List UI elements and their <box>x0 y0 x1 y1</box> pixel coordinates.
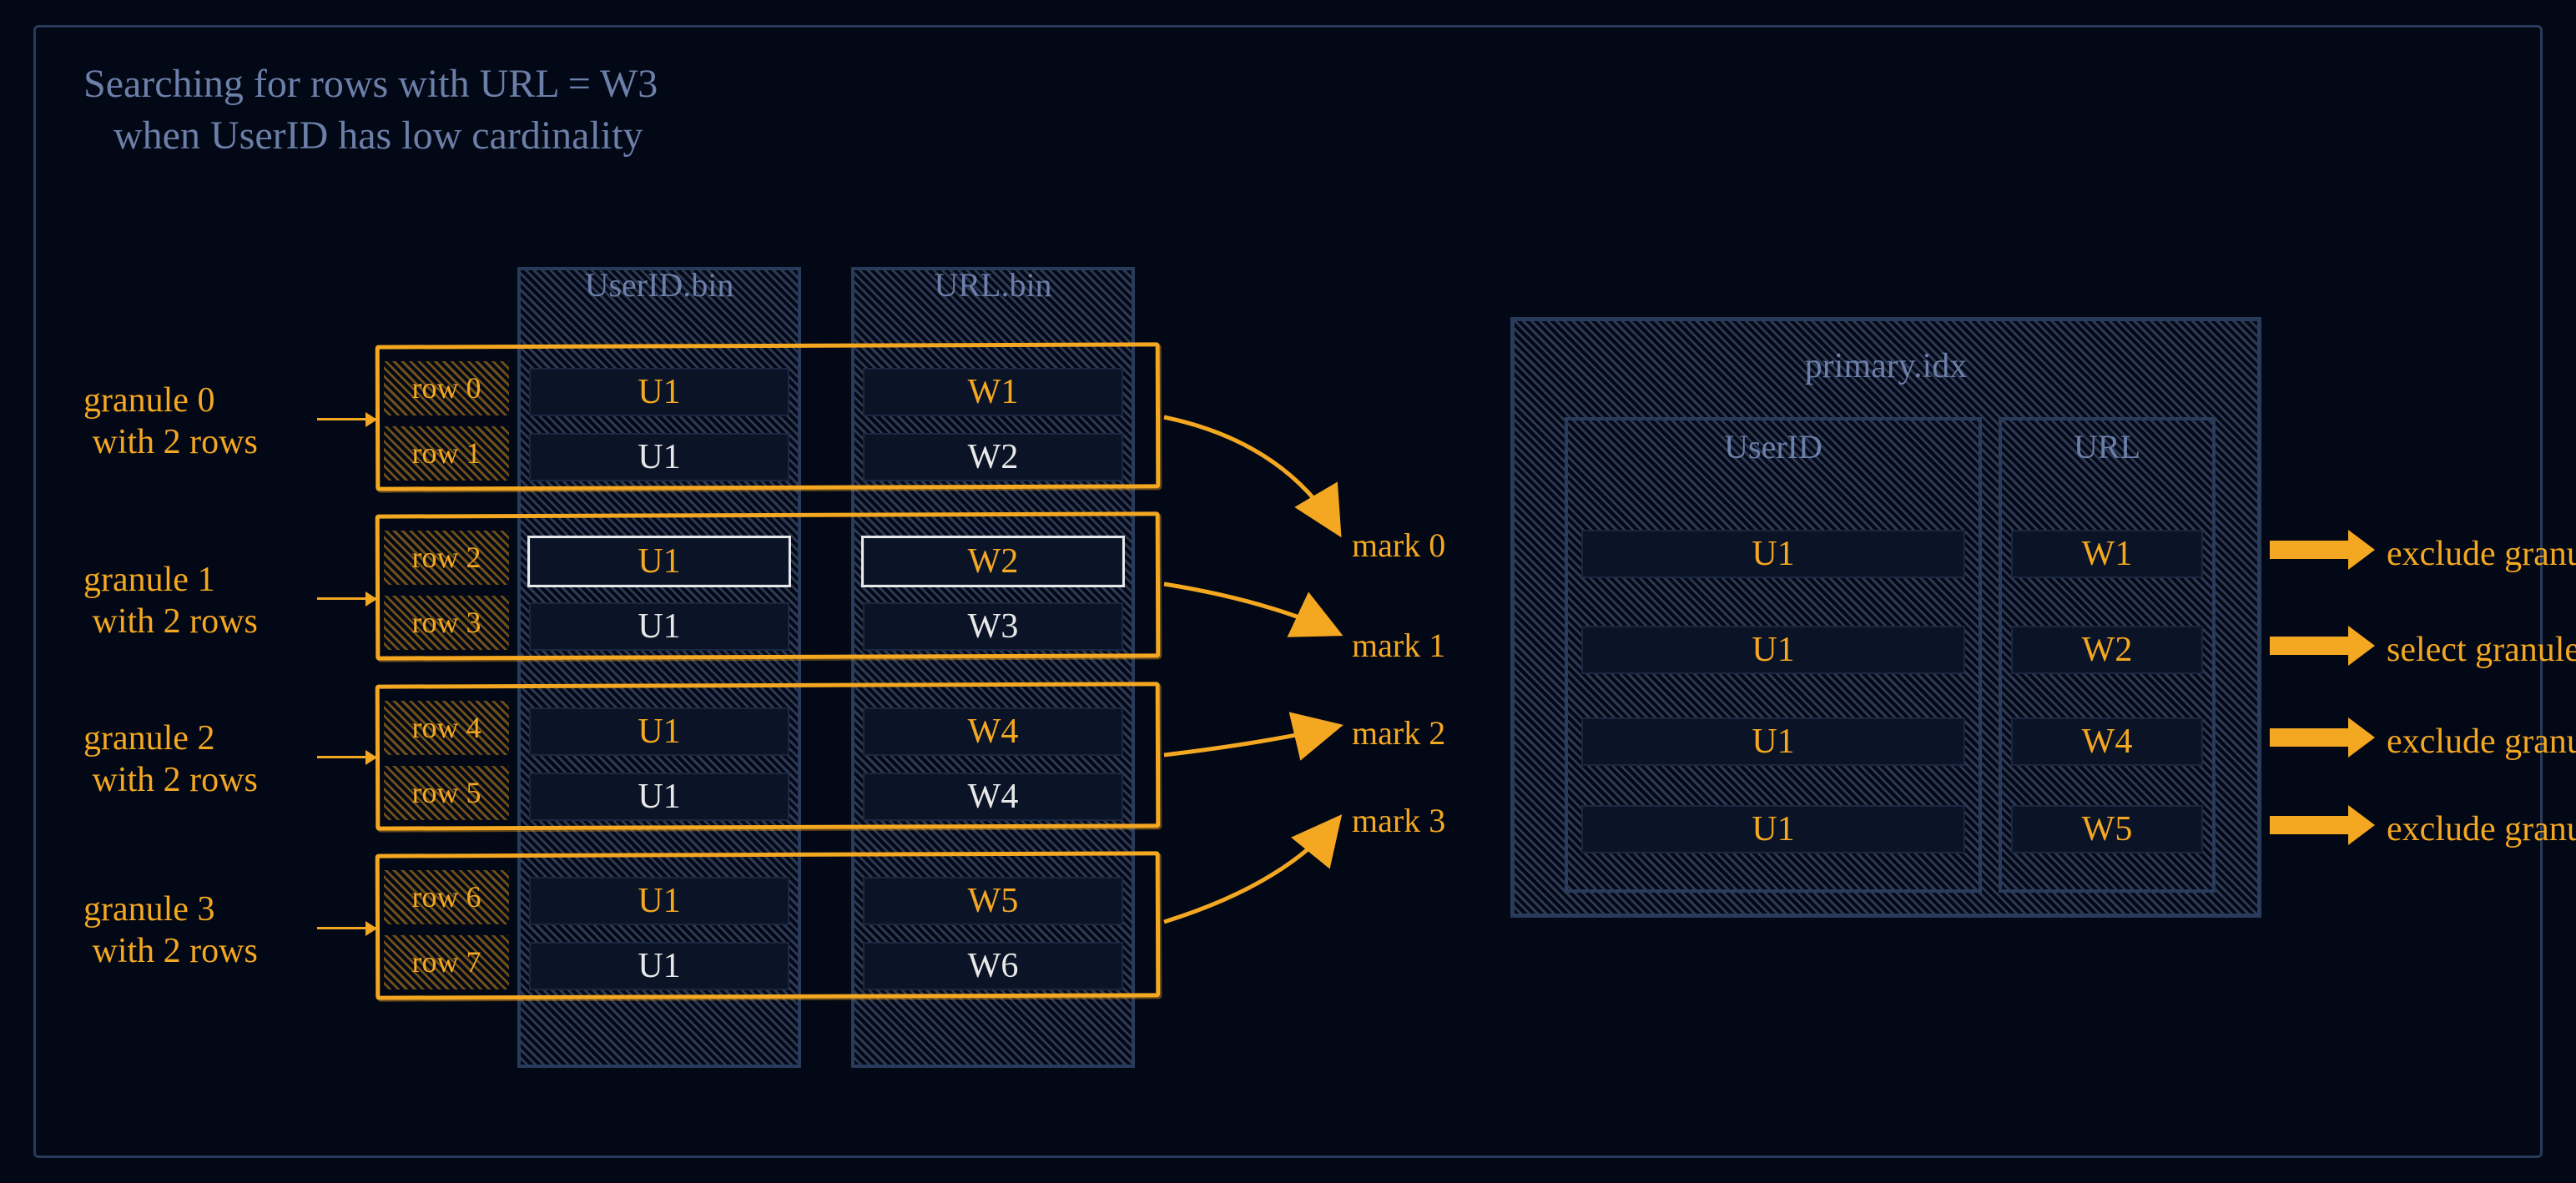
idx-url-cell: W1 <box>2011 530 2203 578</box>
idx-url-cell: W2 <box>2011 626 2203 674</box>
granule-caption: granule 2 with 2 rows <box>83 717 350 802</box>
url-cell: W2 <box>863 433 1123 481</box>
mark-label: mark 1 <box>1352 626 1445 665</box>
userid-cell: U1 <box>529 433 789 481</box>
row-label: row 5 <box>384 766 509 820</box>
arrow-icon <box>2270 728 2353 747</box>
idx-userid-cell: U1 <box>1581 626 1965 674</box>
idx-userid-cell: U1 <box>1581 805 1965 853</box>
primary-idx-title: primary.idx <box>1515 346 2257 386</box>
row-label: row 0 <box>384 361 509 415</box>
userid-cell: U1 <box>529 773 789 821</box>
arrow-icon <box>2270 816 2353 834</box>
userid-cell: U1 <box>529 707 789 756</box>
primary-idx-url-header: URL <box>2002 427 2212 466</box>
primary-idx-file: primary.idx UserID URL U1 W1 U1 W2 U1 W4 U1 W5 <box>1510 317 2261 918</box>
granule-caption: granule 1 with 2 rows <box>83 559 350 643</box>
row-label: row 2 <box>384 531 509 585</box>
arrow-icon <box>317 597 376 600</box>
granule-caption: granule 3 with 2 rows <box>83 889 350 973</box>
userid-bin-header: UserID.bin <box>521 265 798 305</box>
userid-cell: U1 <box>529 537 789 586</box>
granule-caption: granule 0 with 2 rows <box>83 380 350 464</box>
mark-label: mark 2 <box>1352 713 1445 753</box>
primary-idx-userid-header: UserID <box>1568 427 1979 466</box>
verdict-label: select granule <box>2387 630 2576 670</box>
row-label: row 6 <box>384 870 509 924</box>
url-cell: W6 <box>863 942 1123 990</box>
arrow-icon <box>2270 541 2353 559</box>
url-cell: W4 <box>863 707 1123 756</box>
arrow-icon <box>317 418 376 420</box>
url-cell: W1 <box>863 368 1123 416</box>
url-bin-header: URL.bin <box>854 265 1132 305</box>
row-label: row 1 <box>384 426 509 481</box>
idx-url-cell: W4 <box>2011 717 2203 766</box>
row-label: row 4 <box>384 701 509 755</box>
mark-label: mark 0 <box>1352 526 1445 565</box>
verdict-label: exclude granule <box>2387 722 2576 762</box>
userid-cell: U1 <box>529 602 789 651</box>
userid-bin-file: UserID.bin U1 U1 U1 U1 U1 U1 U1 U1 <box>517 267 801 1068</box>
row-label: row 7 <box>384 935 509 989</box>
mark-label: mark 3 <box>1352 801 1445 840</box>
arrow-icon <box>2270 637 2353 655</box>
url-cell: W3 <box>863 602 1123 651</box>
url-cell: W4 <box>863 773 1123 821</box>
idx-userid-cell: U1 <box>1581 717 1965 766</box>
url-cell: W2 <box>863 537 1123 586</box>
arrow-icon <box>317 927 376 929</box>
idx-userid-cell: U1 <box>1581 530 1965 578</box>
row-label: row 3 <box>384 596 509 650</box>
verdict-label: exclude granule <box>2387 809 2576 849</box>
diagram-title: Searching for rows with URL = W3 when Us… <box>83 58 658 163</box>
userid-cell: U1 <box>529 942 789 990</box>
verdict-label: exclude granule <box>2387 534 2576 574</box>
idx-url-cell: W5 <box>2011 805 2203 853</box>
url-cell: W5 <box>863 877 1123 925</box>
url-bin-file: URL.bin W1 W2 W2 W3 W4 W4 W5 W6 <box>851 267 1135 1068</box>
userid-cell: U1 <box>529 368 789 416</box>
userid-cell: U1 <box>529 877 789 925</box>
arrow-icon <box>317 756 376 758</box>
